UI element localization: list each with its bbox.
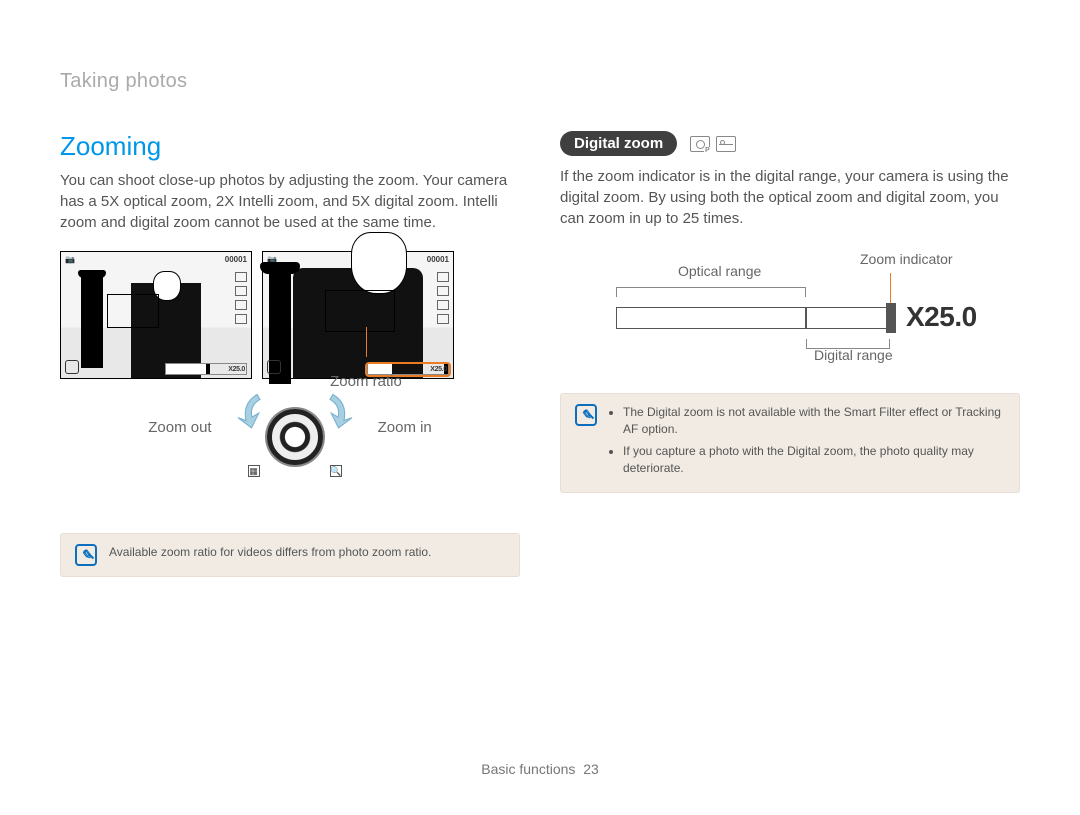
zoom-indicator-line [890,273,891,303]
footer-section: Basic functions [481,761,575,777]
note-icon: ✎ [575,404,597,426]
note-item: If you capture a photo with the Digital … [623,443,1005,478]
zoom-bar-value: X25.0 [430,364,447,374]
digital-range-label: Digital range [814,347,893,363]
footer-page-number: 23 [583,761,599,777]
note-text: Available zoom ratio for videos differs … [109,544,431,561]
camera-icon: 📷 [65,255,75,264]
scene-mode-icon [716,136,736,152]
zoom-in-magnifier-icon: 🔍 [330,465,342,477]
shot-counter: 00001 [427,255,449,264]
page-footer: Basic functions 23 [0,761,1080,777]
camera-screen-wide: 📷 00001 [60,251,252,379]
note-item: The Digital zoom is not available with t… [623,404,1005,439]
side-status-icons [235,272,247,324]
zoom-indicator-label: Zoom indicator [860,251,953,267]
note-text-list: The Digital zoom is not available with t… [609,404,1005,482]
optical-range-bar [616,307,806,329]
optical-range-bracket [616,287,806,297]
timer-icon [437,314,449,324]
quality-icon [235,286,247,296]
digital-range-bar [806,307,890,329]
af-icon [267,360,281,374]
body-text-right: If the zoom indicator is in the digital … [560,166,1020,229]
program-mode-icon [690,136,710,152]
zoom-bar-value: X25.0 [228,364,245,374]
digital-zoom-pill: Digital zoom [560,131,677,156]
resolution-icon [235,272,247,282]
focus-box [107,294,159,328]
zoom-wheel-icon [267,409,323,465]
zoom-out-label: Zoom out [148,419,211,436]
zoom-indicator-cursor [886,303,896,333]
lamp-illustration [81,270,103,368]
breadcrumb: Taking photos [60,70,1020,93]
camera-screenshots: 📷 00001 [60,251,520,379]
zoom-out-grid-icon: ▦ [248,465,260,477]
zoom-in-label: Zoom in [378,419,432,436]
camera-screen-zoomed: 📷 00001 [262,251,454,379]
optical-range-label: Optical range [678,263,761,279]
af-icon [65,360,79,374]
note-box-left: ✎ Available zoom ratio for videos differ… [60,533,520,577]
section-title: Zooming [60,131,520,162]
timer-icon [235,314,247,324]
shot-counter: 00001 [225,255,247,264]
zoom-range-diagram: Optical range Zoom indicator X25.0 Digit… [616,259,1006,369]
note-box-right: ✎ The Digital zoom is not available with… [560,393,1020,493]
side-status-icons [437,272,449,324]
quality-icon [437,286,449,296]
focus-box [325,290,395,332]
zoom-value: X25.0 [906,301,977,333]
body-text-left: You can shoot close-up photos by adjusti… [60,170,520,233]
resolution-icon [437,272,449,282]
zoom-bar: X25.0 [165,363,247,375]
flash-icon [437,300,449,310]
zoom-control-diagram: Zoom out ▦ 🔍 Zoom in [60,387,520,487]
flash-icon [235,300,247,310]
note-icon: ✎ [75,544,97,566]
mode-icons [690,136,736,152]
